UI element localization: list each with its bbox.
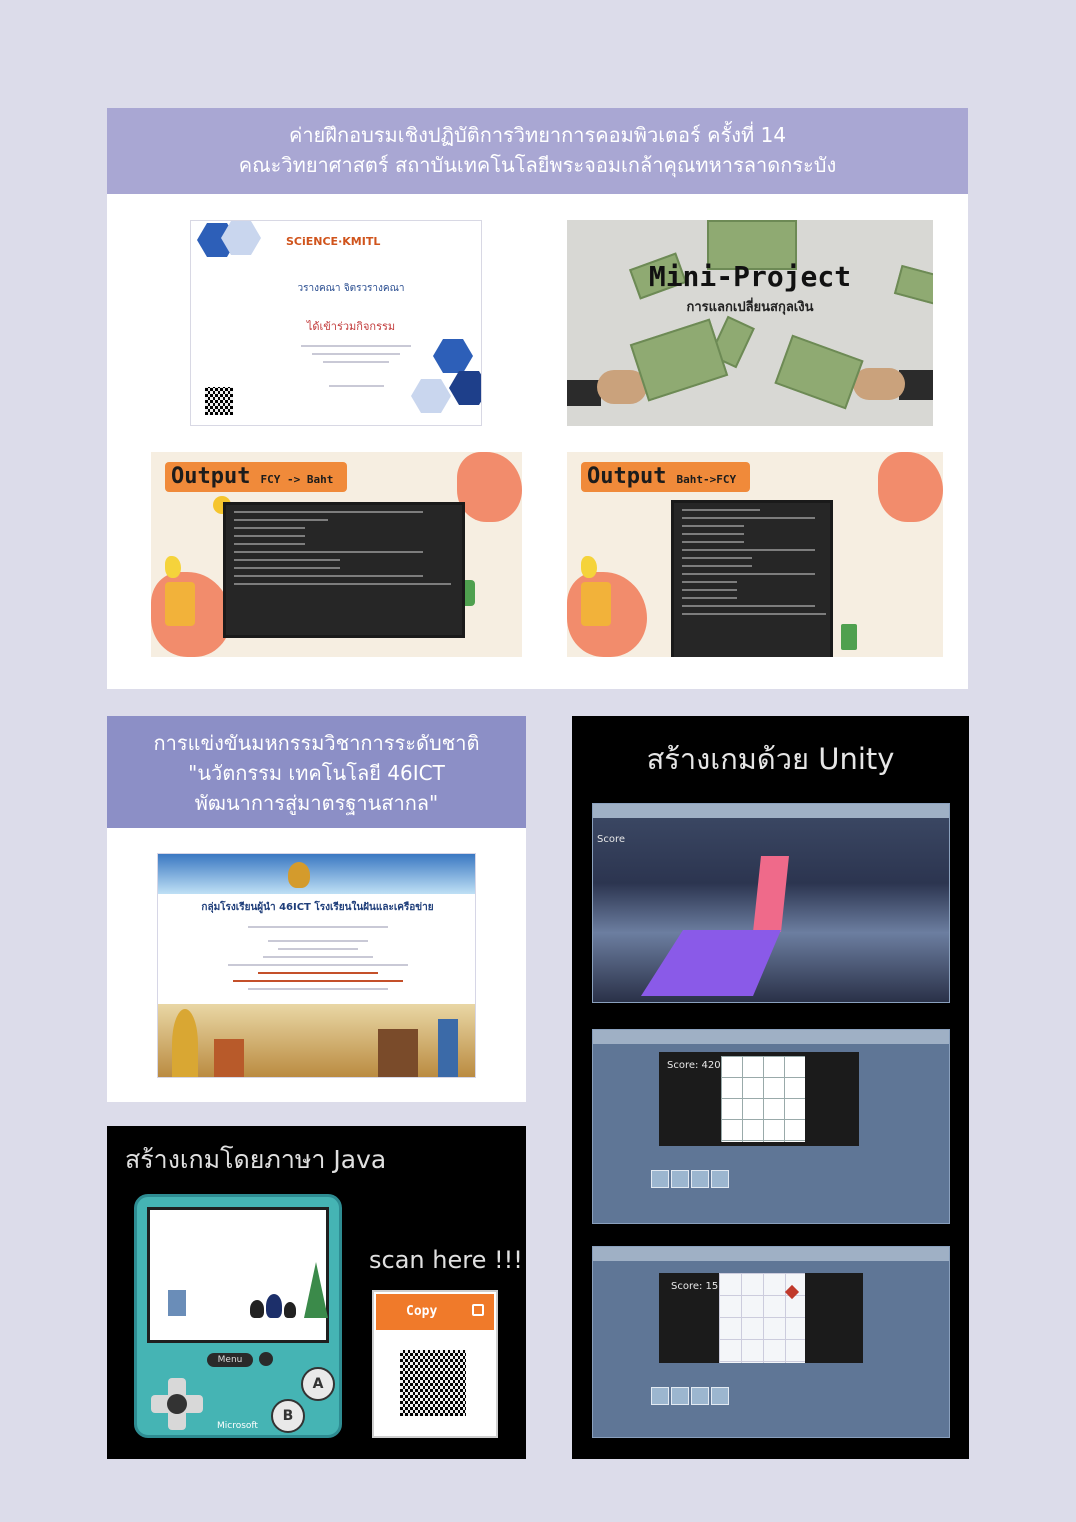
copy-icon	[472, 1304, 484, 1316]
game-console-image: Menu A B Microsoft	[134, 1194, 342, 1438]
camp-panel: ค่ายฝึกอบรมเชิงปฏิบัติการวิทยาการคอมพิวเ…	[107, 108, 968, 689]
tile-icon	[671, 1387, 689, 1405]
decor-blob	[457, 452, 522, 522]
output-direction: FCY -> Baht	[260, 473, 334, 486]
right-hand-icon	[853, 368, 905, 400]
mini-project-subtitle: การแลกเปลี่ยนสกุลเงิน	[686, 300, 814, 315]
recipient-name: วรางคณา จิตรวรางคณา	[297, 283, 405, 294]
calculator-icon	[581, 582, 611, 626]
unity-screenshot-grid-game: Score: 420	[592, 1029, 950, 1224]
penguin-icon	[250, 1300, 264, 1318]
qr-code-icon	[400, 1350, 466, 1416]
tile-icon	[711, 1387, 729, 1405]
camp-heading: ค่ายฝึกอบรมเชิงปฏิบัติการวิทยาการคอมพิวเ…	[107, 108, 968, 194]
tile-icon	[691, 1170, 709, 1188]
camp-certificate-image: SCiENCE·KMITL วรางคณา จิตรวรางคณา ได้เข้…	[190, 220, 482, 426]
editor-toolbar	[593, 1247, 949, 1261]
output-direction: Baht->FCY	[676, 473, 737, 486]
game-view: Score: 15	[659, 1273, 863, 1363]
tile-icon	[651, 1387, 669, 1405]
buddha-statue-icon	[172, 1009, 198, 1077]
game-screen	[147, 1207, 329, 1343]
award-text: ได้เข้าร่วมกิจกรรม	[306, 320, 396, 333]
left-sleeve	[567, 380, 601, 406]
game-view: Score: 420	[659, 1052, 859, 1146]
java-game-panel: สร้างเกมโดยภาษา Java Menu A B Microsoft …	[107, 1126, 526, 1459]
lightbulb-icon	[165, 556, 181, 578]
tile-icon	[691, 1387, 709, 1405]
hexagon-decoration	[411, 379, 451, 413]
qr-card: Copy	[372, 1290, 498, 1438]
competition-certificate-image: กลุ่มโรงเรียนผู้นำ 46ICT โรงเรียนในฝันแล…	[157, 853, 476, 1078]
unity-game-title: สร้างเกมด้วย Unity	[646, 742, 895, 776]
output-label: Output	[171, 464, 251, 489]
emblem-icon	[288, 862, 310, 888]
tile-icon	[671, 1170, 689, 1188]
terminal-window	[671, 500, 833, 657]
tree-icon	[304, 1262, 328, 1318]
unity-screenshot-tile-game: Score: 15	[592, 1246, 950, 1438]
penguin-icon	[284, 1302, 296, 1318]
competition-panel: การแข่งขันมหกรรมวิชาการระดับชาติ "นวัตกร…	[107, 716, 526, 1102]
statue-icon	[438, 1019, 458, 1077]
competition-heading: การแข่งขันมหกรรมวิชาการระดับชาติ "นวัตกร…	[107, 716, 526, 828]
certificate-text-lines	[301, 339, 411, 393]
temple-icon	[214, 1039, 244, 1077]
temple-landscape	[158, 1004, 475, 1077]
tile-icon	[651, 1170, 669, 1188]
mini-project-title: Mini-Project	[648, 260, 852, 293]
decor-blob	[878, 452, 943, 522]
temple-icon	[378, 1029, 418, 1077]
runner-path-purple	[641, 930, 781, 996]
camp-heading-line2: คณะวิทยาศาสตร์ สถาบันเทคโนโลยีพระจอมเกล้…	[238, 153, 837, 177]
menu-button: Menu	[207, 1353, 253, 1367]
editor-toolbar	[593, 804, 949, 818]
competition-heading-line2: "นวัตกรรม เทคโนโลยี 46ICT	[188, 761, 445, 785]
competition-heading-line1: การแข่งขันมหกรรมวิชาการระดับชาติ	[153, 731, 480, 755]
competition-heading-line3: พัฒนาการสู่มาตรฐานสากล"	[194, 791, 439, 815]
scan-prompt: scan here !!!	[369, 1246, 523, 1274]
dpad-center	[167, 1394, 187, 1414]
lightbulb-icon	[581, 556, 597, 578]
mini-project-image: Mini-Project การแลกเปลี่ยนสกุลเงิน	[567, 220, 933, 426]
output-label: Output	[587, 464, 667, 489]
growth-chart-icon	[841, 624, 857, 650]
a-button: A	[301, 1367, 335, 1401]
java-game-title: สร้างเกมโดยภาษา Java	[125, 1145, 387, 1174]
output-fcy-to-baht-image: Output FCY -> Baht	[151, 452, 522, 657]
tile-icon	[711, 1170, 729, 1188]
unity-game-panel: สร้างเกมด้วย Unity Score Score: 420 Scor…	[572, 716, 969, 1459]
output-baht-to-fcy-image: Output Baht->FCY	[567, 452, 943, 657]
output-badge: Output Baht->FCY	[581, 462, 751, 492]
output-badge: Output FCY -> Baht	[165, 462, 348, 492]
score-label: Score	[597, 834, 626, 845]
money-fan-icon	[774, 334, 864, 410]
player-sprite-icon	[168, 1290, 186, 1316]
reset-icon	[259, 1352, 273, 1366]
calculator-icon	[165, 582, 195, 626]
unity-screenshot-runner: Score	[592, 803, 950, 1003]
score-label: Score: 420	[667, 1060, 721, 1071]
sky-banner	[158, 854, 475, 894]
score-label: Score: 15	[671, 1281, 719, 1292]
grid-board	[721, 1056, 805, 1142]
hexagon-decoration	[433, 339, 473, 373]
b-button: B	[271, 1399, 305, 1433]
hexagon-decoration	[449, 371, 481, 405]
penguin-icon	[266, 1294, 282, 1318]
runner-path-pink	[753, 856, 789, 932]
microsoft-logo: Microsoft	[217, 1421, 258, 1431]
terminal-window	[223, 502, 465, 638]
editor-toolbar	[593, 1030, 949, 1044]
money-fan-icon	[629, 318, 729, 402]
kmitl-logo: SCiENCE·KMITL	[286, 235, 381, 248]
certificate-org: กลุ่มโรงเรียนผู้นำ 46ICT โรงเรียนในฝันแล…	[201, 902, 434, 913]
qr-code-icon	[205, 387, 233, 415]
certificate-text-lines	[218, 920, 418, 996]
camp-heading-line1: ค่ายฝึกอบรมเชิงปฏิบัติการวิทยาการคอมพิวเ…	[288, 123, 787, 147]
